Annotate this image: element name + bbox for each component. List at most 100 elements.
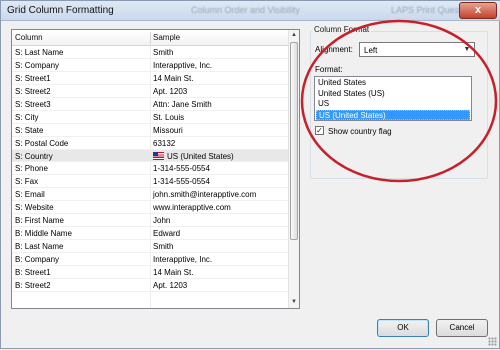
sample-cell: john.smith@interapptive.com <box>153 190 256 199</box>
close-icon: x <box>474 4 482 16</box>
format-option[interactable]: United States <box>316 78 470 89</box>
sample-text: Apt. 1203 <box>153 86 188 96</box>
column-header[interactable]: Column <box>15 33 43 42</box>
column-grid[interactable]: Column Sample S: Last Name Smith S: Compan… <box>11 29 300 309</box>
sample-text: john.smith@interapptive.com <box>153 190 257 200</box>
sample-cell: Edward <box>153 229 180 238</box>
sample-text: www.interapptive.com <box>153 203 231 213</box>
sample-cell: Apt. 1203 <box>153 87 187 96</box>
format-label: Format: <box>315 65 343 74</box>
alignment-select[interactable]: Left ▼ <box>359 42 475 57</box>
column-name-cell: S: Postal Code <box>15 138 69 148</box>
sample-text: 63132 <box>153 138 176 148</box>
table-row[interactable]: S: Country US (United States) <box>12 149 289 163</box>
table-row[interactable]: S: Fax 1-314-555-0554 <box>12 175 289 189</box>
column-name-cell: S: Company <box>15 60 60 70</box>
sample-text: Attn: Jane Smith <box>153 99 212 109</box>
column-name-cell: S: State <box>15 125 44 135</box>
header-divider <box>150 32 151 44</box>
alignment-label: Alignment: <box>315 45 353 54</box>
alignment-value: Left <box>364 46 378 55</box>
sample-text: Smith <box>153 242 174 252</box>
scroll-down-icon[interactable]: ▼ <box>289 297 299 308</box>
sample-cell: 14 Main St. <box>153 268 193 277</box>
table-row[interactable]: S: Phone 1-314-555-0554 <box>12 162 289 176</box>
vertical-scrollbar[interactable]: ▲ ▼ <box>288 30 299 308</box>
background-window-title: Column Order and Visibility <box>191 5 300 15</box>
grid-header: Column Sample <box>12 30 289 46</box>
us-flag-icon <box>153 151 164 160</box>
sample-text: 1-314-555-0554 <box>153 177 210 187</box>
table-row[interactable]: B: First Name John <box>12 214 289 228</box>
table-row[interactable]: S: Street3 Attn: Jane Smith <box>12 98 289 111</box>
sample-cell: John <box>153 216 170 225</box>
close-button[interactable]: x <box>459 2 497 19</box>
grid-column-formatting-dialog: Grid Column Formatting Column Order and … <box>0 0 500 349</box>
column-name-cell: S: Street2 <box>15 86 51 96</box>
sample-cell: Smith <box>153 48 173 57</box>
table-row[interactable]: S: State Missouri <box>12 124 289 137</box>
sample-cell: www.interapptive.com <box>153 203 231 212</box>
table-row[interactable]: S: Website www.interapptive.com <box>12 201 289 215</box>
column-name-cell: B: Last Name <box>15 242 64 252</box>
background-window-title: LAPS Print Quest <box>391 5 462 15</box>
table-row[interactable]: B: Middle Name Edward <box>12 227 289 241</box>
table-row[interactable]: B: Company Interapptive, Inc. <box>12 253 289 266</box>
table-row[interactable]: S: Postal Code 63132 <box>12 137 289 150</box>
column-name-cell: B: First Name <box>15 216 64 226</box>
show-country-flag-label[interactable]: Show country flag <box>328 127 392 136</box>
column-name-cell: S: Street3 <box>15 99 51 109</box>
table-row[interactable]: S: Email john.smith@interapptive.com <box>12 188 289 202</box>
column-name-cell: S: Website <box>15 203 54 213</box>
sample-cell: 1-314-555-0554 <box>153 177 210 186</box>
sample-cell: St. Louis <box>153 113 184 122</box>
column-name-cell: S: Email <box>15 190 45 200</box>
sample-cell: Missouri <box>153 126 183 135</box>
chevron-down-icon[interactable]: ▼ <box>460 43 474 56</box>
table-row[interactable]: B: Street2 Apt. 1203 <box>12 279 289 292</box>
sample-text: Smith <box>153 48 174 57</box>
title-bar[interactable]: Grid Column Formatting Column Order and … <box>1 1 500 21</box>
format-option[interactable]: US <box>316 99 470 110</box>
column-name-cell: S: Fax <box>15 177 39 187</box>
table-row[interactable]: S: Street2 Apt. 1203 <box>12 85 289 98</box>
sample-cell: 14 Main St. <box>153 74 193 83</box>
sample-text: Interapptive, Inc. <box>153 255 213 264</box>
sample-text: 14 Main St. <box>153 267 194 277</box>
sample-text: US (United States) <box>167 151 234 161</box>
sample-text: Edward <box>153 229 181 239</box>
show-country-flag-checkbox[interactable]: ✓ <box>315 126 324 135</box>
sample-text: 1-314-555-0554 <box>153 164 210 174</box>
sample-cell: Smith <box>153 242 173 251</box>
column-name-cell: S: Phone <box>15 164 48 174</box>
column-name-cell: B: Street2 <box>15 280 51 290</box>
column-name-cell: B: Middle Name <box>15 229 72 239</box>
sample-cell: 1-314-555-0554 <box>153 164 210 173</box>
table-row[interactable]: S: Street1 14 Main St. <box>12 72 289 85</box>
sample-text: John <box>153 216 171 226</box>
column-name-cell: S: Street1 <box>15 73 51 83</box>
sample-cell: Interapptive, Inc. <box>153 255 212 264</box>
table-row[interactable]: B: Last Name Smith <box>12 240 289 253</box>
sample-cell: Attn: Jane Smith <box>153 100 212 109</box>
format-option[interactable]: United States (US) <box>316 89 470 100</box>
column-name-cell: S: Last Name <box>15 48 64 57</box>
grid-rows: S: Last Name Smith S: Company Interapptive,… <box>12 46 289 292</box>
format-option-selected[interactable]: US (United States) <box>316 109 470 120</box>
table-row[interactable]: S: City St. Louis <box>12 111 289 124</box>
sample-header[interactable]: Sample <box>153 33 180 42</box>
sample-text: Missouri <box>153 125 183 135</box>
ok-button[interactable]: OK <box>377 319 429 337</box>
table-row[interactable]: S: Company Interapptive, Inc. <box>12 59 289 72</box>
sample-cell: Apt. 1203 <box>153 281 187 290</box>
table-row[interactable]: S: Last Name Smith <box>12 46 289 59</box>
sample-cell: Interapptive, Inc. <box>153 61 212 70</box>
format-listbox[interactable]: United States United States (US) US US (… <box>314 76 472 121</box>
column-name-cell: S: Country <box>15 151 53 161</box>
scroll-thumb[interactable] <box>290 42 298 240</box>
cancel-button[interactable]: Cancel <box>436 319 488 337</box>
sample-text: Apt. 1203 <box>153 280 188 290</box>
scroll-up-icon[interactable]: ▲ <box>289 30 299 41</box>
table-row[interactable]: B: Street1 14 Main St. <box>12 266 289 279</box>
resize-grip-icon[interactable] <box>488 337 497 346</box>
